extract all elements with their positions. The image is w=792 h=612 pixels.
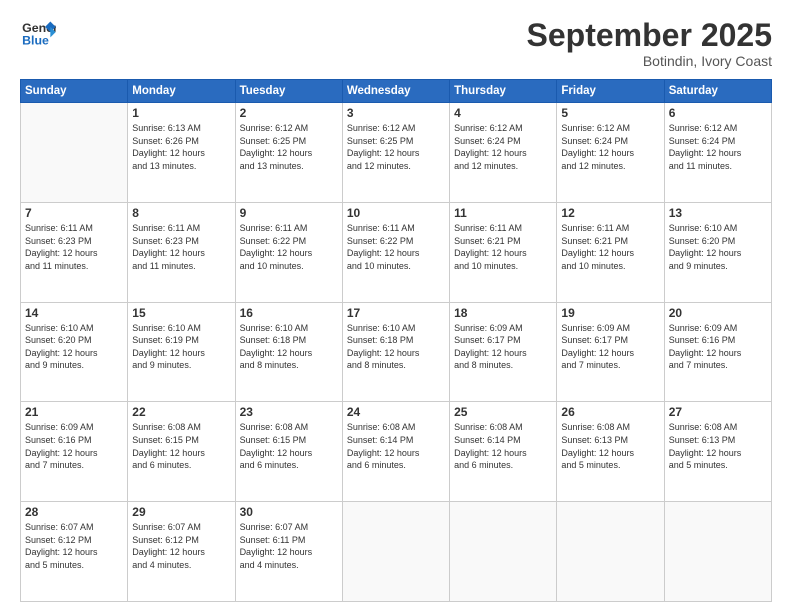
col-monday: Monday xyxy=(128,80,235,103)
table-row: 12 Sunrise: 6:11 AMSunset: 6:21 PMDaylig… xyxy=(557,202,664,302)
table-row: 19 Sunrise: 6:09 AMSunset: 6:17 PMDaylig… xyxy=(557,302,664,402)
svg-text:Blue: Blue xyxy=(22,33,49,47)
table-row: 15 Sunrise: 6:10 AMSunset: 6:19 PMDaylig… xyxy=(128,302,235,402)
empty-cell xyxy=(342,502,449,602)
table-row: 6 Sunrise: 6:12 AMSunset: 6:24 PMDayligh… xyxy=(664,103,771,203)
table-row: 8 Sunrise: 6:11 AMSunset: 6:23 PMDayligh… xyxy=(128,202,235,302)
table-row: 11 Sunrise: 6:11 AMSunset: 6:21 PMDaylig… xyxy=(450,202,557,302)
col-saturday: Saturday xyxy=(664,80,771,103)
empty-cell xyxy=(21,103,128,203)
table-row: 13 Sunrise: 6:10 AMSunset: 6:20 PMDaylig… xyxy=(664,202,771,302)
table-row: 17 Sunrise: 6:10 AMSunset: 6:18 PMDaylig… xyxy=(342,302,449,402)
table-row: 9 Sunrise: 6:11 AMSunset: 6:22 PMDayligh… xyxy=(235,202,342,302)
logo-icon: General Blue xyxy=(20,18,56,48)
table-row: 7 Sunrise: 6:11 AMSunset: 6:23 PMDayligh… xyxy=(21,202,128,302)
table-row: 2 Sunrise: 6:12 AMSunset: 6:25 PMDayligh… xyxy=(235,103,342,203)
col-sunday: Sunday xyxy=(21,80,128,103)
empty-cell xyxy=(664,502,771,602)
table-row: 25 Sunrise: 6:08 AMSunset: 6:14 PMDaylig… xyxy=(450,402,557,502)
table-row: 18 Sunrise: 6:09 AMSunset: 6:17 PMDaylig… xyxy=(450,302,557,402)
table-row: 5 Sunrise: 6:12 AMSunset: 6:24 PMDayligh… xyxy=(557,103,664,203)
table-row: 14 Sunrise: 6:10 AMSunset: 6:20 PMDaylig… xyxy=(21,302,128,402)
table-row: 16 Sunrise: 6:10 AMSunset: 6:18 PMDaylig… xyxy=(235,302,342,402)
table-row: 27 Sunrise: 6:08 AMSunset: 6:13 PMDaylig… xyxy=(664,402,771,502)
logo: General Blue General Blue xyxy=(20,18,56,48)
empty-cell xyxy=(450,502,557,602)
month-title: September 2025 xyxy=(527,18,772,53)
table-row: 22 Sunrise: 6:08 AMSunset: 6:15 PMDaylig… xyxy=(128,402,235,502)
table-row: 10 Sunrise: 6:11 AMSunset: 6:22 PMDaylig… xyxy=(342,202,449,302)
table-row: 4 Sunrise: 6:12 AMSunset: 6:24 PMDayligh… xyxy=(450,103,557,203)
location: Botindin, Ivory Coast xyxy=(527,53,772,69)
table-row: 20 Sunrise: 6:09 AMSunset: 6:16 PMDaylig… xyxy=(664,302,771,402)
header: General Blue General Blue September 2025… xyxy=(20,18,772,69)
col-wednesday: Wednesday xyxy=(342,80,449,103)
table-row: 1 Sunrise: 6:13 AMSunset: 6:26 PMDayligh… xyxy=(128,103,235,203)
table-row: 24 Sunrise: 6:08 AMSunset: 6:14 PMDaylig… xyxy=(342,402,449,502)
table-row: 30 Sunrise: 6:07 AMSunset: 6:11 PMDaylig… xyxy=(235,502,342,602)
table-row: 3 Sunrise: 6:12 AMSunset: 6:25 PMDayligh… xyxy=(342,103,449,203)
table-row: 26 Sunrise: 6:08 AMSunset: 6:13 PMDaylig… xyxy=(557,402,664,502)
col-friday: Friday xyxy=(557,80,664,103)
calendar-table: Sunday Monday Tuesday Wednesday Thursday… xyxy=(20,79,772,602)
title-block: September 2025 Botindin, Ivory Coast xyxy=(527,18,772,69)
table-row: 29 Sunrise: 6:07 AMSunset: 6:12 PMDaylig… xyxy=(128,502,235,602)
table-row: 23 Sunrise: 6:08 AMSunset: 6:15 PMDaylig… xyxy=(235,402,342,502)
empty-cell xyxy=(557,502,664,602)
table-row: 21 Sunrise: 6:09 AMSunset: 6:16 PMDaylig… xyxy=(21,402,128,502)
page: General Blue General Blue September 2025… xyxy=(0,0,792,612)
col-thursday: Thursday xyxy=(450,80,557,103)
col-tuesday: Tuesday xyxy=(235,80,342,103)
table-row: 28 Sunrise: 6:07 AMSunset: 6:12 PMDaylig… xyxy=(21,502,128,602)
